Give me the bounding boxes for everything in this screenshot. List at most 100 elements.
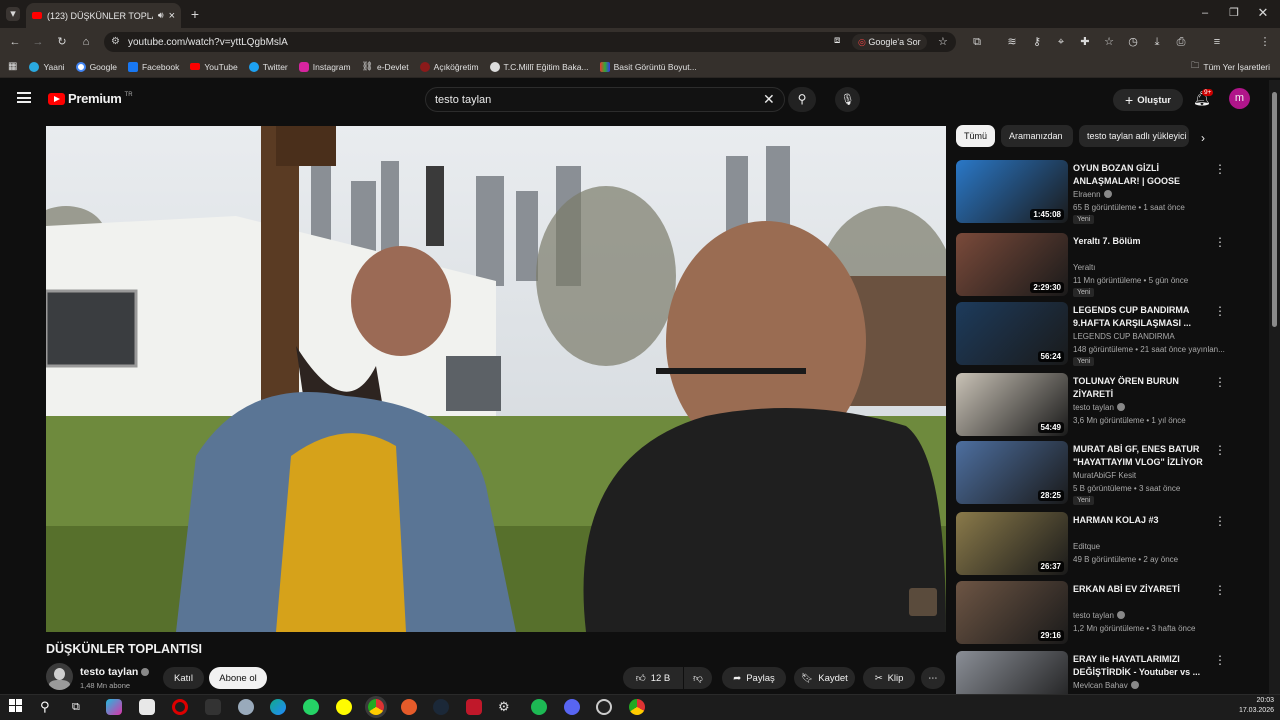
search-input[interactable]: testo taylan ✕: [425, 87, 785, 112]
tab-close-icon[interactable]: ×: [169, 10, 175, 22]
recommendation-channel[interactable]: Elraenn: [1073, 190, 1112, 199]
bookmark-google[interactable]: Google: [75, 61, 117, 72]
task-view-icon[interactable]: ⧉: [72, 699, 88, 715]
video-thumbnail[interactable]: 26:37: [956, 512, 1068, 575]
browser-tab[interactable]: (123) DÜŞKÜNLER TOPLANTISI 🔊︎ ×: [26, 3, 181, 28]
recommendation-channel[interactable]: testo taylan: [1073, 403, 1125, 412]
recommendation-channel[interactable]: MuratAbiGF Kesit: [1073, 471, 1136, 480]
video-thumbnail[interactable]: 28:25: [956, 441, 1068, 504]
video-player[interactable]: [46, 126, 946, 632]
more-actions-button[interactable]: ⋯: [921, 667, 945, 689]
more-options-icon[interactable]: ⋮: [1214, 375, 1226, 389]
subscribe-button[interactable]: Abone ol: [209, 667, 267, 689]
window-restore-icon[interactable]: ❐: [1227, 6, 1241, 20]
bookmark-resize[interactable]: Basit Görüntü Boyut...: [599, 61, 697, 72]
chip-from-search[interactable]: Aramanızdan: [1001, 125, 1073, 147]
video-thumbnail[interactable]: 2:29:30: [956, 233, 1068, 296]
bookmark-yaani[interactable]: Yaani: [29, 61, 65, 72]
app-orange-icon[interactable]: [401, 699, 417, 715]
more-options-icon[interactable]: ⋮: [1214, 653, 1226, 667]
windows-start-icon[interactable]: [9, 699, 25, 715]
like-button[interactable]: 👍︎ 12 B: [623, 667, 683, 689]
recommendation-title[interactable]: LEGENDS CUP BANDIRMA 9.HAFTA KARŞILAŞMAS…: [1073, 304, 1211, 329]
reading-list-icon[interactable]: ≡: [1210, 35, 1224, 49]
window-minimize-icon[interactable]: –: [1198, 6, 1212, 20]
print-icon[interactable]: ⎙: [1174, 35, 1188, 49]
bookmark-instagram[interactable]: Instagram: [298, 61, 351, 72]
tab-list-chevron-icon[interactable]: ▾: [6, 7, 20, 21]
recommendation-item[interactable]: 28:25 MURAT ABİ GF, ENES BATUR "HAYATTAYI…: [956, 441, 1246, 505]
save-button[interactable]: 🔖︎ Kaydet: [794, 667, 855, 689]
microsoft-store-icon[interactable]: [139, 699, 155, 715]
back-arrow-icon[interactable]: ←: [8, 35, 22, 49]
more-options-icon[interactable]: ⋮: [1214, 443, 1226, 457]
recommendation-item[interactable]: 56:24 LEGENDS CUP BANDIRMA 9.HAFTA KARŞIL…: [956, 302, 1246, 366]
recommendation-channel[interactable]: Mevlcan Bahav: [1073, 681, 1139, 690]
bookmark-youtube[interactable]: YouTube: [190, 62, 238, 72]
spotify-icon[interactable]: [531, 699, 547, 715]
channel-avatar[interactable]: [46, 663, 73, 690]
recommendation-title[interactable]: Yeraltı 7. Bölüm: [1073, 235, 1211, 248]
browser-menu-icon[interactable]: ⋮: [1258, 35, 1272, 49]
more-options-icon[interactable]: ⋮: [1214, 514, 1226, 528]
recommendation-title[interactable]: OYUN BOZAN GİZLİ ANLAŞMALAR! | GOOSE GOO…: [1073, 162, 1211, 188]
recommendation-channel[interactable]: LEGENDS CUP BANDIRMA: [1073, 332, 1175, 341]
clear-search-icon[interactable]: ✕: [763, 91, 775, 108]
media-controls-icon[interactable]: ≋: [1005, 35, 1019, 49]
bookmark-twitter[interactable]: Twitter: [248, 61, 288, 72]
app-erc-icon[interactable]: [205, 699, 221, 715]
recommendation-channel[interactable]: Yeraltı: [1073, 263, 1095, 272]
whatsapp-icon[interactable]: [303, 699, 319, 715]
more-options-icon[interactable]: ⋮: [1214, 304, 1226, 318]
history-icon[interactable]: ◷: [1126, 35, 1140, 49]
google-ask-button[interactable]: ◎ Google'a Sor: [852, 34, 927, 50]
recommendation-title[interactable]: ERKAN ABİ EV ZİYARETİ: [1073, 583, 1211, 596]
clip-button[interactable]: ✂ Klip: [863, 667, 915, 689]
recommendation-channel[interactable]: testo taylan: [1073, 611, 1125, 620]
download-icon[interactable]: ⤓: [1150, 35, 1164, 49]
new-tab-icon[interactable]: +: [188, 7, 202, 21]
recommendation-channel[interactable]: Editque: [1073, 542, 1100, 551]
more-options-icon[interactable]: ⋮: [1214, 162, 1226, 176]
recommendation-title[interactable]: ERAY ile HAYATLARIMIZI DEĞİŞTİRDİK - You…: [1073, 653, 1211, 678]
reload-icon[interactable]: ↻: [55, 35, 69, 49]
more-options-icon[interactable]: ⋮: [1214, 583, 1226, 597]
password-key-icon[interactable]: ⚷: [1030, 35, 1044, 49]
bookmark-acikogretim[interactable]: Açıköğretim: [419, 61, 479, 72]
app-dark-circle-icon[interactable]: [596, 699, 612, 715]
bookmark-star-icon[interactable]: ☆: [938, 35, 948, 48]
voice-search-button[interactable]: 🎙︎: [835, 87, 860, 112]
join-button[interactable]: Katıl: [163, 667, 204, 689]
bookmark-meb[interactable]: T.C.Millî Eğitim Baka...: [489, 61, 589, 72]
bookmark-edevlet[interactable]: ⛓ e-Devlet: [362, 61, 409, 72]
video-thumbnail[interactable]: 29:16: [956, 581, 1068, 644]
steam-icon[interactable]: [433, 699, 449, 715]
site-info-icon[interactable]: ⚙: [111, 36, 120, 47]
bookmark-facebook[interactable]: Facebook: [127, 61, 179, 72]
apps-grid-icon[interactable]: ▦: [8, 61, 17, 72]
recommendation-title[interactable]: MURAT ABİ GF, ENES BATUR "HAYATTAYIM VLO…: [1073, 443, 1211, 469]
taskbar-search-icon[interactable]: ⚲: [40, 699, 56, 715]
youtube-logo[interactable]: Premium TR: [48, 91, 133, 106]
address-bar[interactable]: ⚙ youtube.com/watch?v=yttLQgbMslA ⧈ ◎ Go…: [104, 32, 956, 52]
favorites-star-icon[interactable]: ☆: [1102, 35, 1116, 49]
chip-all[interactable]: Tümü: [956, 125, 995, 147]
taskbar-clock[interactable]: 20:03 17.03.2026: [1232, 696, 1274, 716]
recommendation-title[interactable]: TOLUNAY ÖREN BURUN ZİYARETİ: [1073, 375, 1211, 400]
recommendation-item[interactable]: 54:49 TOLUNAY ÖREN BURUN ZİYARETİ testo ta…: [956, 373, 1246, 437]
home-icon[interactable]: ⌂: [79, 35, 93, 49]
video-thumbnail[interactable]: 1:45:08: [956, 160, 1068, 223]
audio-playing-icon[interactable]: 🔊︎: [158, 10, 164, 21]
channel-watermark-icon[interactable]: [909, 588, 937, 616]
discord-icon[interactable]: [564, 699, 580, 715]
app-red-a-icon[interactable]: [466, 699, 482, 715]
video-thumbnail[interactable]: 56:24: [956, 302, 1068, 365]
share-button[interactable]: ➦ Paylaş: [722, 667, 786, 689]
chrome-icon[interactable]: [629, 699, 645, 715]
settings-gear-icon[interactable]: ⚙: [498, 699, 514, 715]
account-avatar[interactable]: m: [1229, 88, 1250, 109]
window-close-icon[interactable]: ✕: [1256, 6, 1270, 20]
recommendation-item[interactable]: 2:29:30 Yeraltı 7. Bölüm Yeraltı 11 Mn görü…: [956, 233, 1246, 297]
menu-hamburger-icon[interactable]: [17, 92, 31, 103]
dislike-button[interactable]: 👎︎: [684, 667, 712, 689]
